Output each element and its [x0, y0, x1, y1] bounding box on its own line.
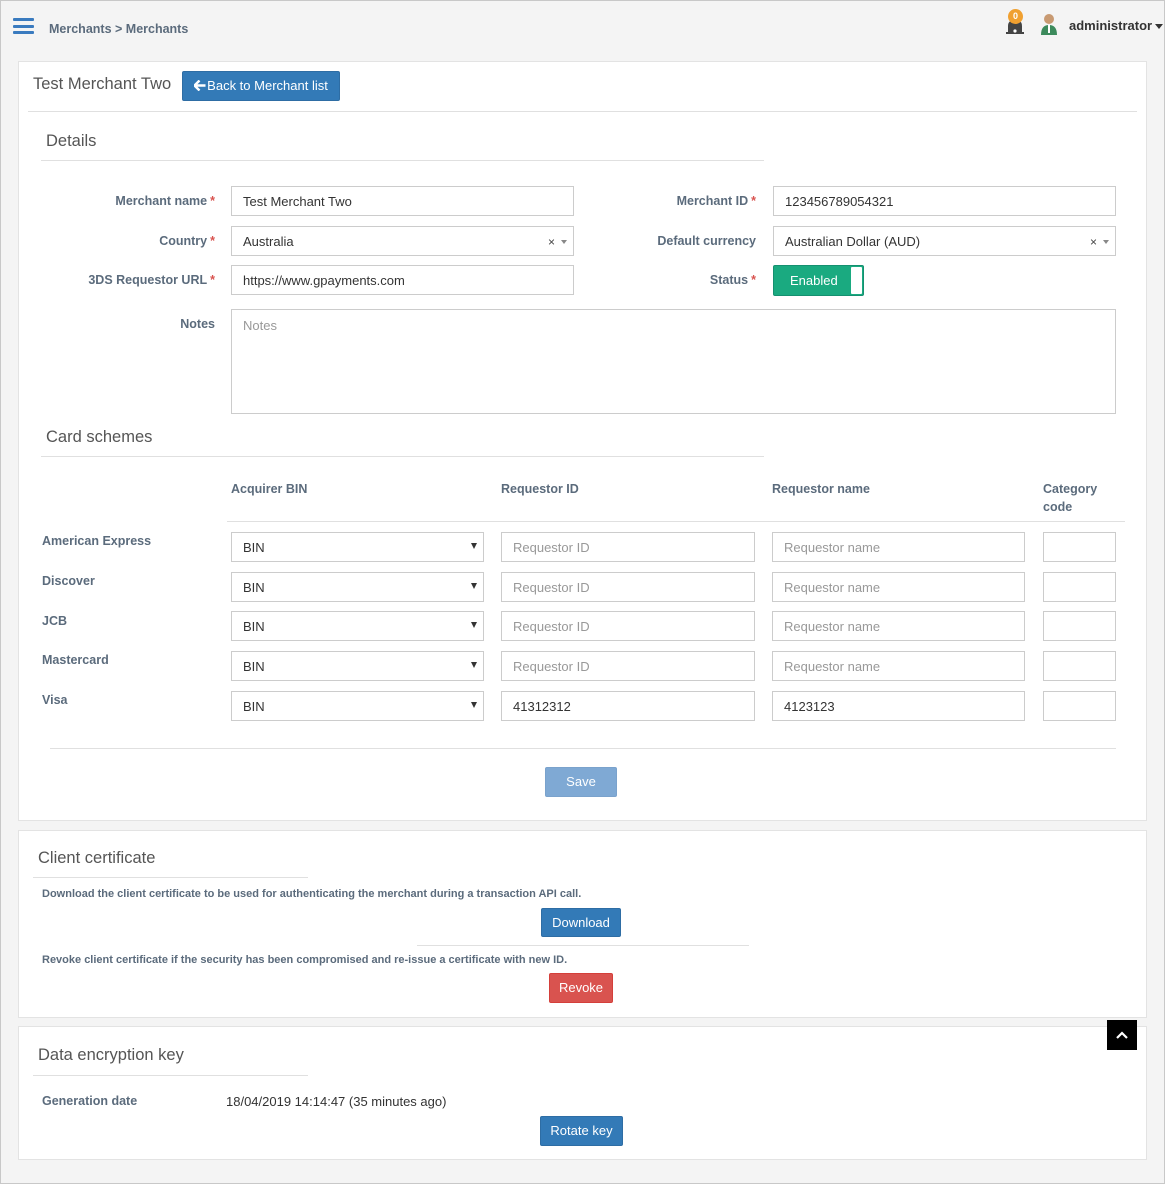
arrow-left-icon — [192, 79, 206, 92]
column-requestor-id: Requestor ID — [501, 482, 579, 496]
merchant-panel: Test Merchant Two Back to Merchant list … — [18, 61, 1147, 821]
generation-date-label: Generation date — [42, 1094, 138, 1108]
acquirer-bin-select[interactable]: BIN — [231, 691, 484, 721]
client-certificate-divider — [33, 877, 308, 878]
requestor-url-field[interactable]: https://www.gpayments.com — [231, 265, 574, 295]
category-code-field[interactable] — [1043, 651, 1116, 681]
form-footer-divider — [50, 748, 1116, 749]
toggle-knob — [851, 267, 862, 294]
encryption-key-divider — [33, 1075, 308, 1076]
requestor-id-field[interactable]: 41312312 — [501, 691, 755, 721]
column-category-code: Category code — [1043, 482, 1098, 514]
chevron-up-icon — [1116, 1031, 1128, 1039]
notification-count-badge: 0 — [1008, 9, 1023, 24]
chevron-down-icon — [1103, 240, 1109, 244]
chevron-down-icon — [561, 240, 567, 244]
caret-down-icon — [471, 702, 477, 708]
country-select[interactable]: Australia × — [231, 226, 574, 256]
breadcrumb-parent[interactable]: Merchants — [49, 22, 112, 36]
scheme-name: Visa — [42, 693, 68, 707]
merchant-id-label: Merchant ID * — [676, 194, 756, 208]
status-toggle-label: Enabled — [790, 273, 838, 288]
details-divider — [41, 160, 764, 161]
card-schemes-divider — [41, 456, 764, 457]
status-label: Status * — [709, 273, 756, 287]
scheme-name: Discover — [42, 574, 95, 588]
user-menu[interactable]: administrator — [1069, 18, 1164, 33]
category-code-field[interactable] — [1043, 691, 1116, 721]
details-title: Details — [46, 132, 97, 150]
currency-select[interactable]: Australian Dollar (AUD) × — [773, 226, 1116, 256]
notifications[interactable]: 0 — [1003, 9, 1029, 37]
client-certificate-title: Client certificate — [38, 849, 156, 867]
download-button[interactable]: Download — [541, 908, 621, 937]
caret-down-icon — [471, 543, 477, 549]
category-code-field[interactable] — [1043, 572, 1116, 602]
requestor-id-field[interactable]: Requestor ID — [501, 611, 755, 641]
caret-down-icon — [471, 622, 477, 628]
default-currency-label: Default currency — [657, 234, 756, 248]
encryption-key-panel: Data encryption key Generation date 18/0… — [18, 1026, 1147, 1160]
generation-date-value: 18/04/2019 14:14:47 (35 minutes ago) — [226, 1094, 447, 1109]
scheme-name: JCB — [42, 614, 68, 628]
notes-label: Notes — [180, 317, 215, 331]
requestor-id-field[interactable]: Requestor ID — [501, 532, 755, 562]
merchant-name-field[interactable]: Test Merchant Two — [231, 186, 574, 216]
requestor-name-field[interactable]: Requestor name — [772, 611, 1025, 641]
back-to-list-button[interactable]: Back to Merchant list — [182, 71, 340, 101]
breadcrumb-separator: > — [111, 22, 126, 36]
country-value: Australia — [243, 233, 294, 249]
notes-textarea[interactable]: Notes — [231, 309, 1116, 414]
requestor-url-label: 3DS Requestor URL * — [88, 273, 215, 287]
clear-icon[interactable]: × — [548, 235, 555, 249]
scroll-to-top-button[interactable] — [1107, 1020, 1137, 1050]
caret-down-icon — [1155, 24, 1164, 30]
certificate-actions-divider — [417, 945, 749, 946]
client-certificate-panel: Client certificate Download the client c… — [18, 830, 1147, 1018]
clear-icon[interactable]: × — [1090, 235, 1097, 249]
user-name: administrator — [1069, 18, 1153, 33]
acquirer-bin-select[interactable]: BIN — [231, 572, 484, 602]
schemes-header-divider — [227, 521, 1125, 522]
breadcrumb-current: Merchants — [125, 22, 189, 36]
download-note: Download the client certificate to be us… — [42, 888, 582, 900]
acquirer-bin-select[interactable]: BIN — [231, 532, 484, 562]
status-toggle[interactable]: Enabled — [773, 265, 864, 296]
category-code-field[interactable] — [1043, 611, 1116, 641]
revoke-button[interactable]: Revoke — [549, 973, 613, 1003]
back-to-list-label: Back to Merchant list — [207, 78, 328, 93]
category-code-field[interactable] — [1043, 532, 1116, 562]
caret-down-icon — [471, 583, 477, 589]
encryption-key-title: Data encryption key — [38, 1046, 184, 1064]
acquirer-bin-select[interactable]: BIN — [231, 611, 484, 641]
requestor-id-field[interactable]: Requestor ID — [501, 572, 755, 602]
currency-value: Australian Dollar (AUD) — [785, 233, 921, 249]
merchant-id-field[interactable]: 123456789054321 — [773, 186, 1116, 216]
requestor-id-field[interactable]: Requestor ID — [501, 651, 755, 681]
rotate-key-button[interactable]: Rotate key — [540, 1116, 623, 1146]
user-icon[interactable] — [1039, 12, 1059, 36]
top-bar: Merchants > Merchants 0 administrator — [1, 1, 1164, 57]
revoke-note: Revoke client certificate if the securit… — [42, 954, 568, 966]
requestor-name-field[interactable]: Requestor name — [772, 532, 1025, 562]
requestor-name-field[interactable]: 4123123 — [772, 691, 1025, 721]
title-divider — [28, 111, 1137, 112]
column-acquirer-bin: Acquirer BIN — [231, 482, 308, 496]
requestor-name-field[interactable]: Requestor name — [772, 651, 1025, 681]
country-label: Country * — [159, 234, 215, 248]
column-requestor-name: Requestor name — [772, 482, 870, 496]
page-title: Test Merchant Two — [33, 75, 172, 93]
scheme-name: Mastercard — [42, 653, 109, 667]
scheme-name: American Express — [42, 534, 152, 548]
card-schemes-title: Card schemes — [46, 428, 153, 446]
caret-down-icon — [471, 662, 477, 668]
save-button[interactable]: Save — [545, 767, 617, 797]
breadcrumb: Merchants > Merchants — [49, 22, 188, 36]
hamburger-icon[interactable] — [13, 18, 34, 34]
requestor-name-field[interactable]: Requestor name — [772, 572, 1025, 602]
acquirer-bin-select[interactable]: BIN — [231, 651, 484, 681]
merchant-name-label: Merchant name * — [115, 194, 215, 208]
